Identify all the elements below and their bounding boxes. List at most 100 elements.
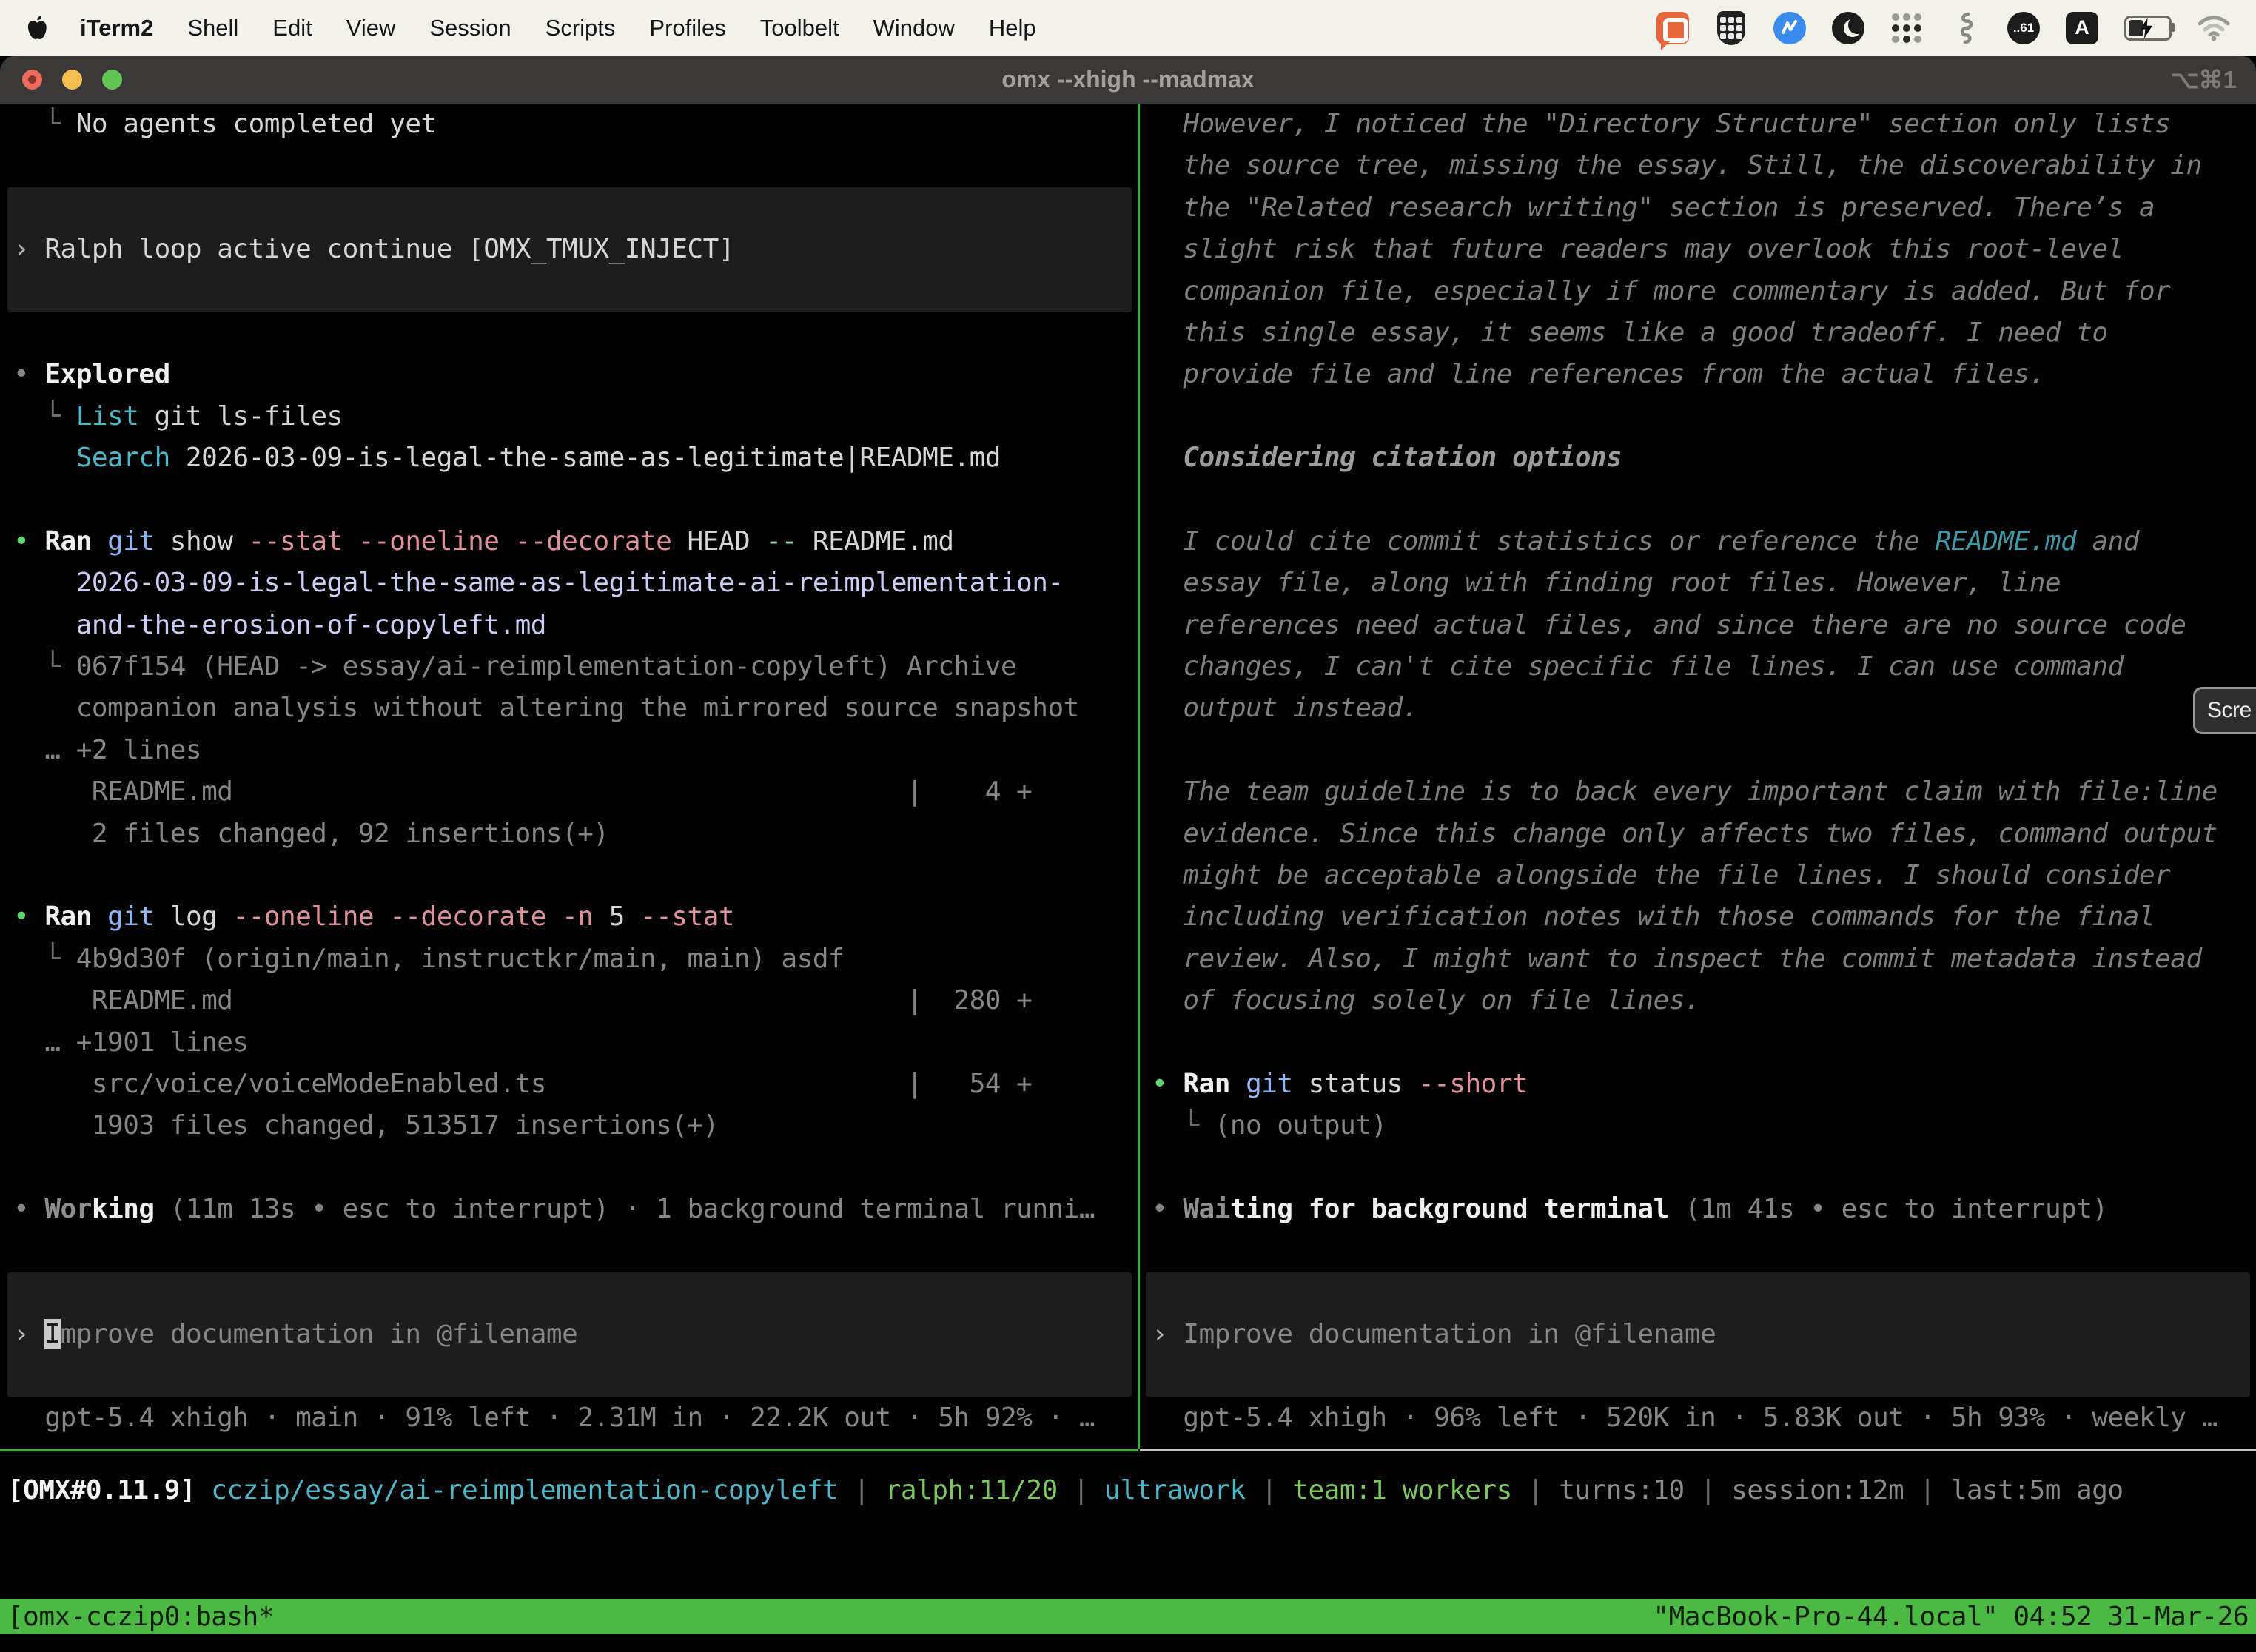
omx-status-segment: | bbox=[1685, 1475, 1732, 1505]
omx-status-segment: team:1 workers bbox=[1292, 1475, 1511, 1505]
terminal-line: The team guideline is to back every impo… bbox=[1152, 771, 2256, 813]
terminal-line: … +2 lines bbox=[13, 730, 1138, 771]
terminal-line bbox=[1152, 480, 2256, 521]
terminal-line: • Ran git status --short bbox=[1152, 1064, 2256, 1105]
omx-status-segment: | bbox=[1058, 1475, 1105, 1505]
terminal-line bbox=[1152, 396, 2256, 437]
terminal-line bbox=[13, 271, 1132, 312]
terminal-line: essay file, along with finding root file… bbox=[1152, 563, 2256, 604]
terminal-line bbox=[1152, 1356, 2250, 1397]
terminal-line bbox=[13, 1356, 1132, 1397]
menu-item-view[interactable]: View bbox=[346, 15, 396, 41]
terminal-line: 2026-03-09-is-legal-the-same-as-legitima… bbox=[13, 563, 1138, 604]
menu-bar-status-area: ..61 A bbox=[1656, 11, 2231, 45]
terminal-line: companion file, especially if more comme… bbox=[1152, 271, 2256, 312]
menu-bar: iTerm2 Shell Edit View Session Scripts Profile… bbox=[0, 0, 2256, 56]
dots-grid-status-icon[interactable] bbox=[1890, 11, 1924, 45]
terminal-line: › Improve documentation in @filename bbox=[13, 1314, 1132, 1355]
screen-share-edge-button[interactable]: Scre bbox=[2193, 687, 2256, 734]
inactive-pane-border bbox=[1140, 1449, 2256, 1451]
terminal-line: the source tree, missing the essay. Stil… bbox=[1152, 145, 2256, 187]
display-crescent-status-icon[interactable] bbox=[1831, 11, 1865, 45]
terminal-line: companion analysis without altering the … bbox=[13, 688, 1138, 729]
terminal-line: slight risk that future readers may over… bbox=[1152, 229, 2256, 270]
menu-item-profiles[interactable]: Profiles bbox=[649, 15, 725, 41]
active-pane-border bbox=[0, 1449, 1138, 1451]
omx-status-segment: | bbox=[1904, 1475, 1951, 1505]
zigzag-status-icon[interactable] bbox=[1773, 11, 1807, 45]
badge-61-status-icon[interactable]: ..61 bbox=[2007, 11, 2041, 45]
terminal-line: Search 2026-03-09-is-legal-the-same-as-l… bbox=[13, 437, 1138, 479]
omx-status-bar: [OMX#0.11.9] cczip/essay/ai-reimplementa… bbox=[7, 1470, 2124, 1511]
terminal-line: └ 067f154 (HEAD -> essay/ai-reimplementa… bbox=[13, 646, 1138, 688]
terminal-line: this single essay, it seems like a good … bbox=[1152, 312, 2256, 354]
omx-status-segment: | bbox=[838, 1475, 885, 1505]
terminal-line bbox=[1152, 1022, 2256, 1064]
iterm-window: omx --xhigh --madmax ⌥⌘1 └ No agents com… bbox=[0, 56, 2256, 1652]
terminal-line: └ (no output) bbox=[1152, 1105, 2256, 1146]
window-title-bar[interactable]: omx --xhigh --madmax ⌥⌘1 bbox=[0, 56, 2256, 104]
terminal-line bbox=[13, 1147, 1138, 1189]
terminal-line: › Improve documentation in @filename bbox=[1152, 1314, 2250, 1355]
terminal-line: README.md | 280 + bbox=[13, 980, 1138, 1021]
tmux-session-label: [omx-cczip0:bash* bbox=[7, 1602, 274, 1632]
terminal-line: I could cite commit statistics or refere… bbox=[1152, 521, 2256, 563]
window-shortcut-badge: ⌥⌘1 bbox=[2171, 56, 2237, 104]
left-terminal-pane[interactable]: └ No agents completed yet› Ralph loop ac… bbox=[0, 104, 1138, 1449]
terminal-line: review. Also, I might want to inspect th… bbox=[1152, 939, 2256, 980]
chat-app-status-icon[interactable] bbox=[1656, 11, 1690, 45]
terminal-line: of focusing solely on file lines. bbox=[1152, 980, 2256, 1021]
menu-item-scripts[interactable]: Scripts bbox=[545, 15, 616, 41]
terminal-line: references need actual files, and since … bbox=[1152, 605, 2256, 646]
squiggle-status-icon[interactable] bbox=[1948, 11, 1982, 45]
menu-item-toolbelt[interactable]: Toolbelt bbox=[760, 15, 839, 41]
menu-item-edit[interactable]: Edit bbox=[272, 15, 312, 41]
terminal-line bbox=[13, 1272, 1132, 1314]
menu-item-help[interactable]: Help bbox=[989, 15, 1036, 41]
terminal-line: including verification notes with those … bbox=[1152, 896, 2256, 938]
letter-a-status-icon[interactable]: A bbox=[2065, 11, 2099, 45]
right-terminal-pane[interactable]: However, I noticed the "Directory Struct… bbox=[1140, 104, 2256, 1449]
terminal-line: • Ran git log --oneline --decorate -n 5 … bbox=[13, 896, 1138, 938]
prompt-input-box[interactable]: › Improve documentation in @filename bbox=[7, 1272, 1132, 1397]
shield-status-icon[interactable] bbox=[1714, 11, 1748, 45]
battery-status-icon[interactable] bbox=[2124, 11, 2172, 45]
wifi-status-icon[interactable] bbox=[2197, 11, 2231, 45]
screen: iTerm2 Shell Edit View Session Scripts Profile… bbox=[0, 0, 2256, 1652]
terminal-line: … +1901 lines bbox=[13, 1022, 1138, 1064]
menu-item-session[interactable]: Session bbox=[429, 15, 511, 41]
terminal-line: the "Related research writing" section i… bbox=[1152, 187, 2256, 229]
menu-item-iterm2[interactable]: iTerm2 bbox=[80, 15, 153, 41]
omx-status-segment: last:5m ago bbox=[1951, 1475, 2124, 1505]
terminal-line bbox=[13, 145, 1138, 187]
tmux-host-clock-label: "MacBook-Pro-44.local" 04:52 31-Mar-26 bbox=[1653, 1602, 2249, 1632]
terminal-line bbox=[13, 187, 1132, 229]
terminal-line: 2 files changed, 92 insertions(+) bbox=[13, 813, 1138, 855]
omx-status-segment: session:12m bbox=[1731, 1475, 1904, 1505]
terminal-line: output instead. bbox=[1152, 688, 2256, 729]
terminal-line: README.md | 4 + bbox=[13, 771, 1138, 813]
terminal-line: • Explored bbox=[13, 354, 1138, 395]
omx-status-segment: turns:10 bbox=[1559, 1475, 1684, 1505]
terminal-line: evidence. Since this change only affects… bbox=[1152, 813, 2256, 855]
terminal-line: and-the-erosion-of-copyleft.md bbox=[13, 605, 1138, 646]
terminal-line: src/voice/voiceModeEnabled.ts | 54 + bbox=[13, 1064, 1138, 1105]
menu-item-shell[interactable]: Shell bbox=[187, 15, 238, 41]
tmux-status-bar: [omx-cczip0:bash* "MacBook-Pro-44.local"… bbox=[0, 1599, 2256, 1634]
prompt-input-box[interactable]: › Improve documentation in @filename bbox=[1146, 1272, 2250, 1397]
omx-status-segment: | bbox=[1246, 1475, 1293, 1505]
omx-status-segment: | bbox=[1512, 1475, 1560, 1505]
terminal-line bbox=[1152, 1231, 2256, 1272]
injected-command-box: › Ralph loop active continue [OMX_TMUX_I… bbox=[7, 187, 1132, 312]
terminal-line bbox=[1152, 1272, 2250, 1314]
window-title: omx --xhigh --madmax bbox=[0, 56, 2256, 104]
terminal-line: gpt-5.4 xhigh · 96% left · 520K in · 5.8… bbox=[1152, 1397, 2256, 1439]
terminal-line: 1903 files changed, 513517 insertions(+) bbox=[13, 1105, 1138, 1146]
app-menus: iTerm2 Shell Edit View Session Scripts Profile… bbox=[80, 15, 1070, 41]
terminal-line: However, I noticed the "Directory Struct… bbox=[1152, 104, 2256, 145]
terminal-line bbox=[13, 1231, 1138, 1272]
terminal-content: └ No agents completed yet› Ralph loop ac… bbox=[0, 104, 2256, 1652]
apple-menu-icon[interactable] bbox=[25, 15, 47, 41]
terminal-line: provide file and line references from th… bbox=[1152, 354, 2256, 395]
menu-item-window[interactable]: Window bbox=[873, 15, 955, 41]
